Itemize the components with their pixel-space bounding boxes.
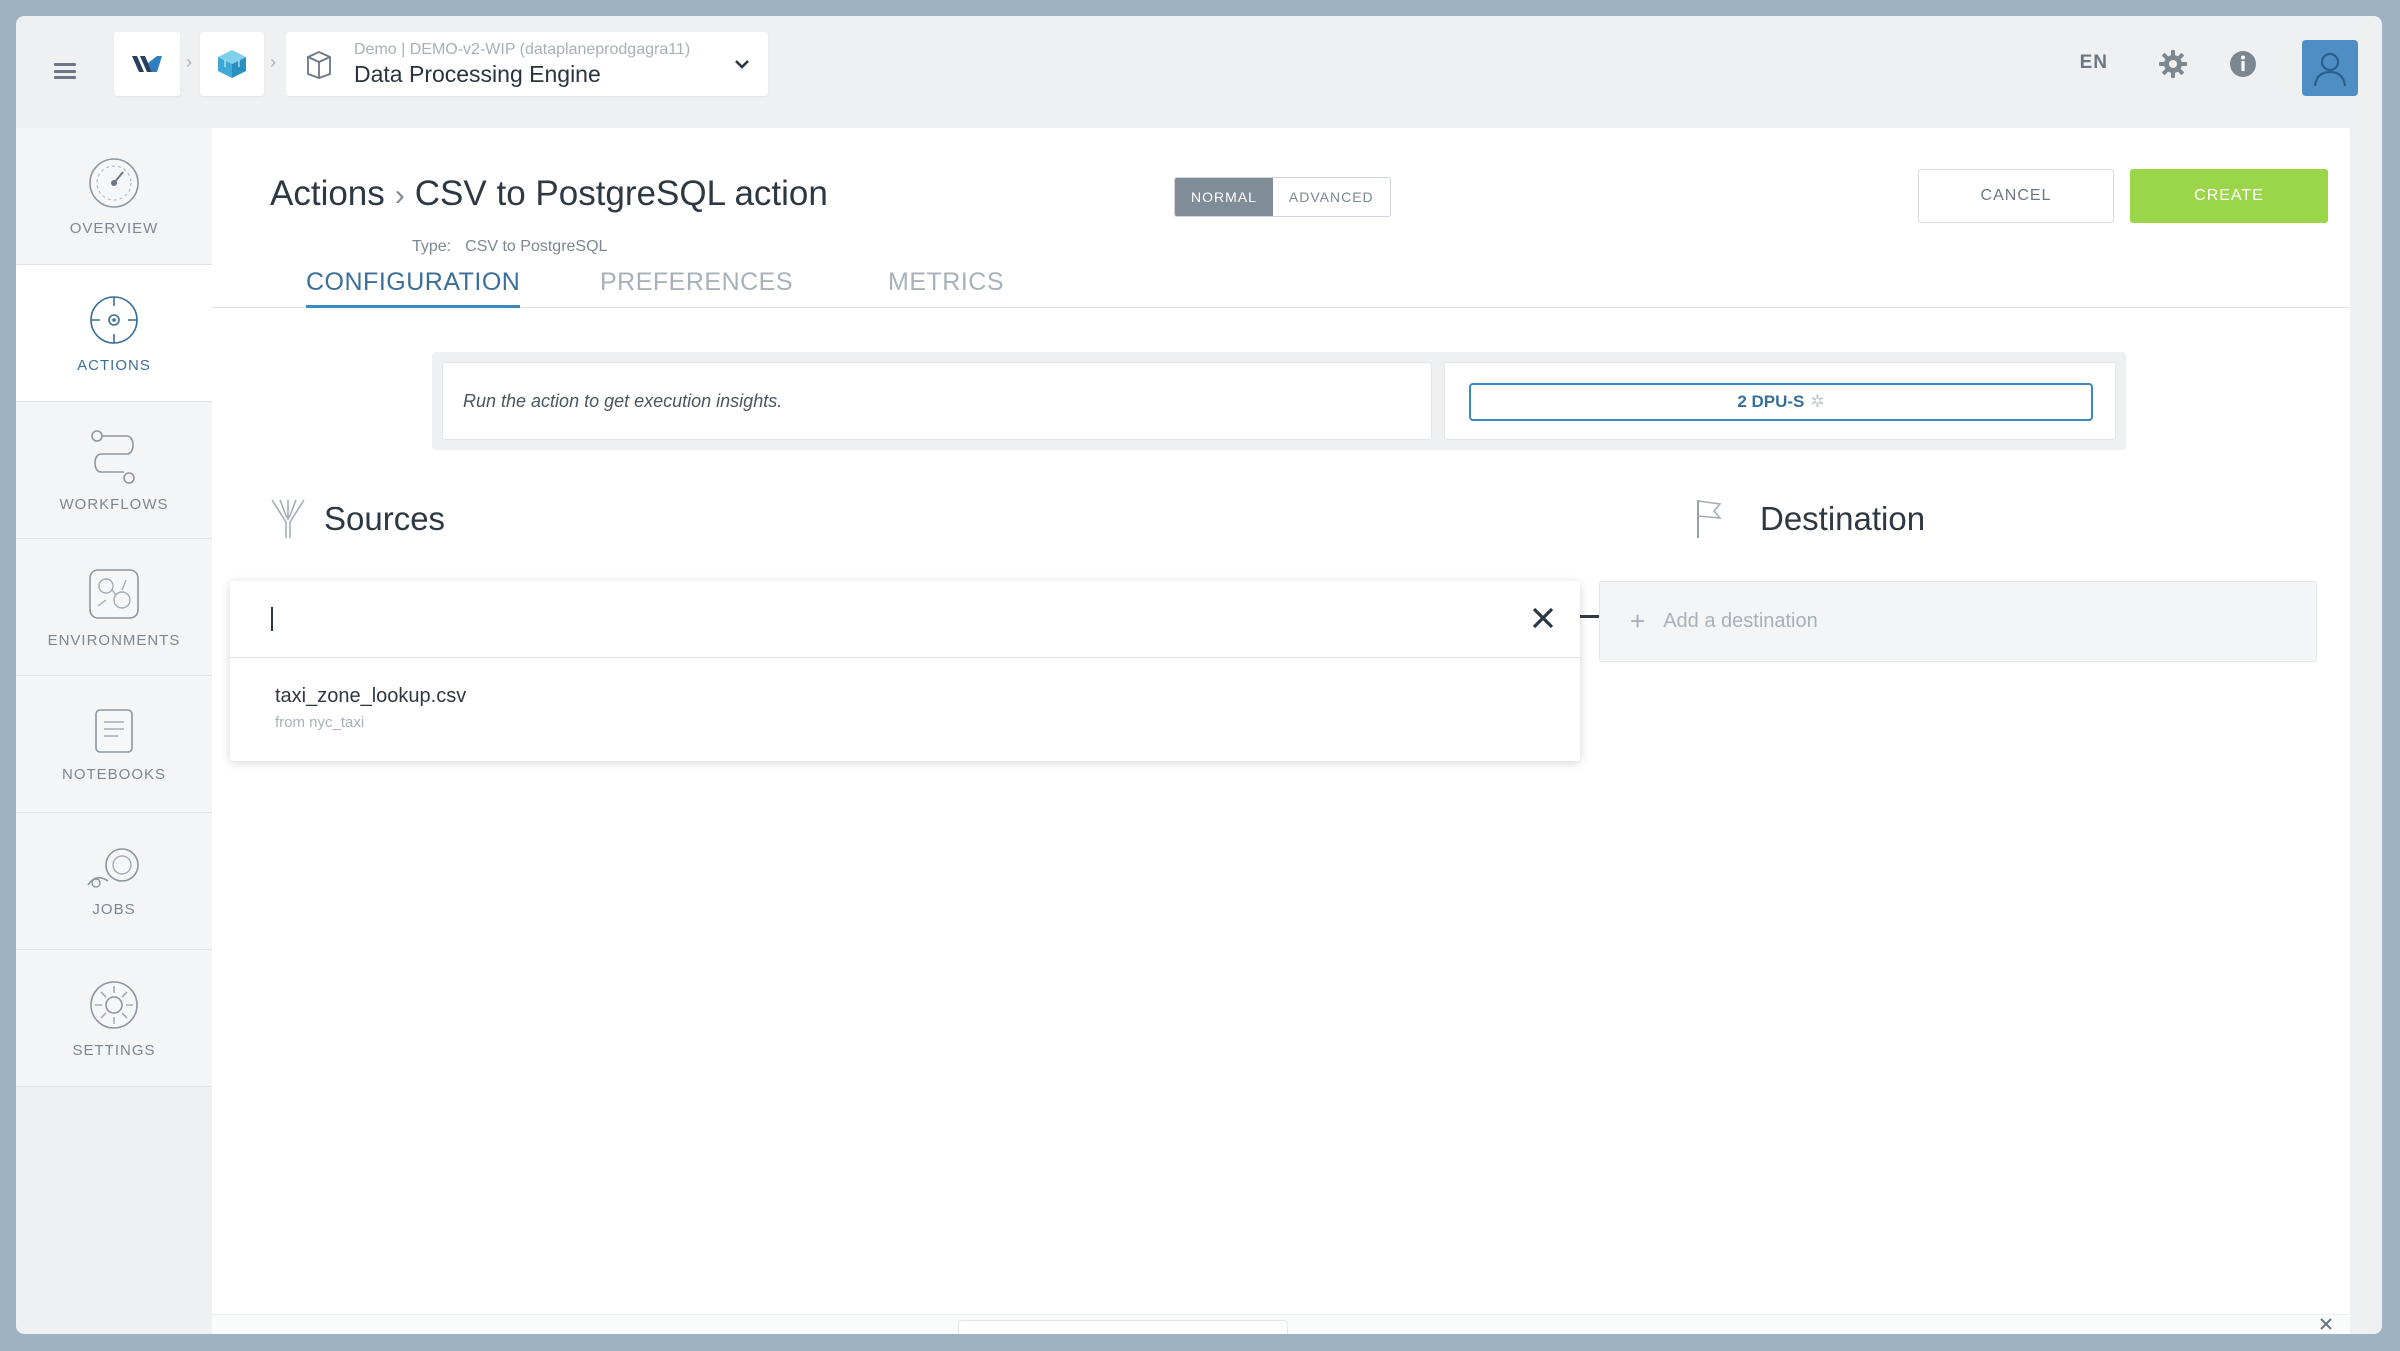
user-icon — [2313, 52, 2347, 87]
chevron-down-icon[interactable] — [732, 52, 752, 76]
insights-message: Run the action to get execution insights… — [442, 362, 1432, 440]
dpu-card: 2 DPU-S ✲ — [1444, 362, 2116, 440]
sources-heading: Sources — [268, 496, 445, 542]
list-item[interactable]: taxi_zone_lookup.csv from nyc_taxi — [230, 659, 1580, 759]
cancel-button[interactable]: CANCEL — [1918, 169, 2114, 223]
result-name: taxi_zone_lookup.csv — [275, 685, 467, 707]
sidebar-item-jobs[interactable]: JOBS — [16, 813, 212, 950]
sidebar-item-label: OVERVIEW — [69, 219, 159, 237]
workflow-icon — [91, 429, 135, 484]
sidebar-item-actions[interactable]: ACTIONS — [16, 265, 216, 402]
engine-selector[interactable]: Demo | DEMO-v2-WIP (dataplaneprodgagra11… — [286, 32, 768, 96]
chevron-right-icon: › — [394, 179, 405, 212]
mode-advanced-button[interactable]: ADVANCED — [1272, 178, 1390, 216]
create-button[interactable]: CREATE — [2130, 169, 2328, 223]
environment-icon — [89, 568, 139, 619]
sidebar-item-label: ENVIRONMENTS — [47, 631, 181, 649]
settings-gear-icon — [90, 980, 138, 1029]
organization-button[interactable] — [200, 32, 264, 96]
sidebar-item-label: SETTINGS — [72, 1041, 156, 1059]
sidebar: OVERVIEW ACTIONS WORKFLOWS ENVIRONMENTS … — [16, 128, 216, 1087]
plus-icon: + — [1630, 606, 1646, 636]
bottom-drawer — [212, 1314, 2350, 1334]
close-icon[interactable] — [2318, 1316, 2334, 1332]
sidebar-item-label: WORKFLOWS — [59, 495, 169, 513]
result-source: from nyc_taxi — [275, 714, 365, 731]
sources-title: Sources — [324, 500, 446, 537]
sidebar-item-notebooks[interactable]: NOTEBOOKS — [16, 676, 212, 813]
sidebar-item-label: ACTIONS — [77, 356, 151, 374]
tab-configuration[interactable]: CONFIGURATION — [306, 268, 521, 308]
menu-icon[interactable] — [54, 63, 76, 79]
add-destination-button[interactable]: + Add a destination — [1599, 581, 2317, 662]
tab-bar: CONFIGURATION PREFERENCES METRICS — [212, 268, 2350, 308]
sidebar-item-environments[interactable]: ENVIRONMENTS — [16, 539, 212, 676]
insights-panel: Run the action to get execution insights… — [432, 352, 2126, 450]
avatar[interactable] — [2302, 40, 2358, 96]
sidebar-item-workflows[interactable]: WORKFLOWS — [16, 402, 212, 539]
sources-funnel-icon — [271, 499, 305, 538]
type-label: Type: — [412, 238, 452, 255]
cube-icon — [218, 50, 246, 78]
cog-icon: ✲ — [1810, 392, 1825, 411]
flag-icon — [1697, 500, 1722, 538]
add-destination-label: Add a destination — [1663, 610, 1818, 632]
mode-toggle: NORMAL ADVANCED — [1174, 177, 1391, 217]
source-search-dropdown: taxi_zone_lookup.csv from nyc_taxi — [230, 581, 1580, 761]
sidebar-item-overview[interactable]: OVERVIEW — [16, 128, 212, 265]
logo-button[interactable] — [114, 32, 180, 96]
target-icon — [90, 295, 138, 344]
tab-metrics[interactable]: METRICS — [888, 268, 1004, 305]
sidebar-item-settings[interactable]: SETTINGS — [16, 950, 212, 1087]
top-bar: › › Demo | DEMO-v2-WIP (dataplaneprodgag… — [16, 16, 2382, 128]
engine-text: Demo | DEMO-v2-WIP (dataplaneprodgagra11… — [354, 41, 690, 88]
source-search-input[interactable] — [230, 581, 1580, 658]
breadcrumb-actions-link[interactable]: Actions — [270, 174, 385, 214]
jobs-icon — [87, 847, 139, 888]
breadcrumb-separator-icon: › — [186, 52, 192, 72]
mode-normal-button[interactable]: NORMAL — [1175, 178, 1273, 216]
destination-heading: Destination — [1692, 496, 1925, 542]
main-panel: Actions › CSV to PostgreSQL action Type:… — [212, 128, 2350, 1334]
language-selector[interactable]: EN — [2080, 52, 2108, 74]
dpu-button[interactable]: 2 DPU-S ✲ — [1469, 383, 2093, 421]
tab-preferences[interactable]: PREFERENCES — [600, 268, 793, 305]
notebook-icon — [95, 708, 133, 753]
speedometer-icon — [89, 157, 139, 208]
gear-icon[interactable] — [2158, 49, 2188, 79]
top-right-tools: EN — [1982, 32, 2382, 96]
sidebar-item-label: JOBS — [92, 900, 136, 918]
action-type: Type: CSV to PostgreSQL — [412, 238, 607, 256]
engine-box-icon — [307, 51, 331, 79]
app-window: › › Demo | DEMO-v2-WIP (dataplaneprodgag… — [16, 16, 2382, 1334]
destination-title: Destination — [1760, 500, 1926, 537]
engine-title: Data Processing Engine — [354, 60, 601, 87]
info-icon[interactable] — [2228, 49, 2258, 79]
type-value: CSV to PostgreSQL — [465, 238, 608, 255]
action-name: CSV to PostgreSQL action — [414, 174, 828, 213]
sidebar-item-label: NOTEBOOKS — [61, 765, 167, 783]
logo-icon — [132, 56, 162, 72]
drawer-handle[interactable] — [958, 1320, 1288, 1334]
engine-context-label: Demo | DEMO-v2-WIP (dataplaneprodgagra11… — [354, 40, 691, 58]
close-icon[interactable] — [1526, 601, 1560, 635]
dpu-label: 2 DPU-S — [1737, 392, 1805, 411]
page-title: Actions › CSV to PostgreSQL action — [270, 174, 828, 214]
text-cursor — [271, 607, 273, 631]
breadcrumb-separator-icon: › — [270, 52, 276, 72]
